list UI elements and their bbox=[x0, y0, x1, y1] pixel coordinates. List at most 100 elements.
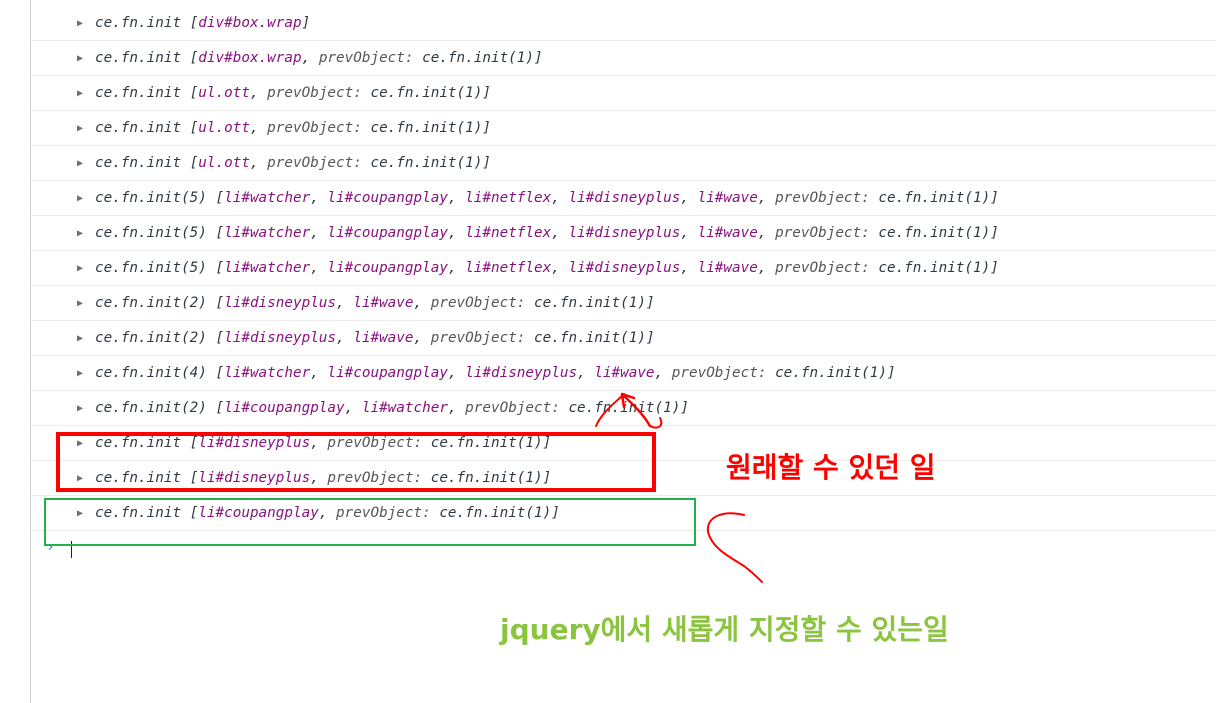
element-ref: li#coupangplay bbox=[224, 400, 345, 416]
element-ref: li#disneyplus bbox=[224, 295, 337, 311]
element-ref: li#wave bbox=[697, 225, 758, 241]
constructor-name: ce.fn.init(4) bbox=[95, 365, 216, 381]
constructor-name: ce.fn.init bbox=[95, 50, 190, 66]
prev-object-value: ce.fn.init(1) bbox=[370, 85, 483, 101]
prev-object-key: prevObject: bbox=[267, 85, 371, 101]
console-log-text: ce.fn.init [div#box.wrap, prevObject: ce… bbox=[95, 50, 543, 66]
console-log-text: ce.fn.init(2) [li#disneyplus, li#wave, p… bbox=[95, 330, 655, 346]
element-ref: li#wave bbox=[594, 365, 655, 381]
annotation-jquery-new-capability: jquery에서 새롭게 지정할 수 있는일 bbox=[500, 613, 949, 646]
element-ref: li#coupangplay bbox=[327, 225, 448, 241]
element-ref: ul.ott bbox=[198, 155, 250, 171]
element-ref: li#disneyplus bbox=[465, 365, 578, 381]
constructor-name: ce.fn.init(2) bbox=[95, 330, 216, 346]
prev-object-value: ce.fn.init(1) bbox=[878, 190, 991, 206]
element-ref: li#wave bbox=[697, 190, 758, 206]
constructor-name: ce.fn.init bbox=[95, 155, 190, 171]
prev-object-value: ce.fn.init(1) bbox=[534, 295, 646, 311]
element-ref: li#disneyplus bbox=[568, 225, 681, 241]
prev-object-key: prevObject: bbox=[267, 155, 371, 171]
prev-object-key: prevObject: bbox=[775, 225, 879, 241]
console-log-text: ce.fn.init(5) [li#watcher, li#coupangpla… bbox=[95, 260, 999, 276]
console-log-text: ce.fn.init(5) [li#watcher, li#coupangpla… bbox=[95, 225, 999, 241]
element-ref: li#disneyplus bbox=[224, 330, 337, 346]
expand-triangle-icon[interactable]: ▶ bbox=[77, 111, 83, 146]
prev-object-value: ce.fn.init(1) bbox=[370, 155, 483, 171]
console-log-text: ce.fn.init [div#box.wrap] bbox=[95, 15, 311, 31]
expand-triangle-icon[interactable]: ▶ bbox=[77, 41, 83, 76]
constructor-name: ce.fn.init(5) bbox=[95, 260, 216, 276]
console-log-row[interactable]: ▶ ce.fn.init [ul.ott, prevObject: ce.fn.i… bbox=[31, 111, 1216, 146]
element-ref: li#netflex bbox=[465, 225, 552, 241]
prev-object-value: ce.fn.init(1) bbox=[878, 260, 991, 276]
console-log-text: ce.fn.init [ul.ott, prevObject: ce.fn.in… bbox=[95, 155, 491, 171]
console-log-text: ce.fn.init(5) [li#watcher, li#coupangpla… bbox=[95, 190, 999, 206]
console-log-row[interactable]: ▶ ce.fn.init(2) [li#coupangplay, li#watch… bbox=[31, 391, 1216, 426]
prev-object-value: ce.fn.init(1) bbox=[534, 330, 646, 346]
element-ref: li#netflex bbox=[465, 260, 552, 276]
element-ref: ul.ott bbox=[198, 85, 250, 101]
constructor-name: ce.fn.init(5) bbox=[95, 190, 216, 206]
console-log-row[interactable]: ▶ ce.fn.init(5) [li#watcher, li#coupangpl… bbox=[31, 216, 1216, 251]
element-ref: li#coupangplay bbox=[327, 190, 448, 206]
console-log-text: ce.fn.init(2) [li#coupangplay, li#watche… bbox=[95, 400, 689, 416]
annotation-original-capability: 원래할 수 있던 일 bbox=[726, 451, 936, 484]
console-log-row[interactable]: ▶ ce.fn.init(2) [li#disneyplus, li#wave, … bbox=[31, 321, 1216, 356]
expand-triangle-icon[interactable]: ▶ bbox=[77, 216, 83, 251]
element-ref: li#watcher bbox=[224, 225, 311, 241]
prev-object-key: prevObject: bbox=[267, 120, 371, 136]
console-log-row[interactable]: ▶ ce.fn.init(2) [li#disneyplus, li#wave, … bbox=[31, 286, 1216, 321]
prev-object-key: prevObject: bbox=[671, 365, 776, 381]
highlight-box-red bbox=[56, 432, 656, 492]
console-log-row[interactable]: ▶ ce.fn.init(5) [li#watcher, li#coupangpl… bbox=[31, 181, 1216, 216]
prev-object-value: ce.fn.init(1) bbox=[775, 365, 887, 381]
constructor-name: ce.fn.init(2) bbox=[95, 295, 216, 311]
expand-triangle-icon[interactable]: ▶ bbox=[77, 321, 83, 356]
element-ref: div#box.wrap bbox=[198, 50, 302, 66]
element-ref: li#watcher bbox=[224, 365, 311, 381]
expand-triangle-icon[interactable]: ▶ bbox=[77, 251, 83, 286]
constructor-name: ce.fn.init bbox=[95, 15, 190, 31]
expand-triangle-icon[interactable]: ▶ bbox=[77, 286, 83, 321]
element-ref: li#netflex bbox=[465, 190, 552, 206]
element-ref: li#disneyplus bbox=[568, 260, 681, 276]
element-ref: ul.ott bbox=[198, 120, 250, 136]
expand-triangle-icon[interactable]: ▶ bbox=[77, 356, 83, 391]
prev-object-value: ce.fn.init(1) bbox=[878, 225, 991, 241]
console-log-text: ce.fn.init [ul.ott, prevObject: ce.fn.in… bbox=[95, 85, 491, 101]
element-ref: li#disneyplus bbox=[568, 190, 681, 206]
constructor-name: ce.fn.init bbox=[95, 85, 190, 101]
constructor-name: ce.fn.init bbox=[95, 120, 190, 136]
console-log-row[interactable]: ▶ ce.fn.init [div#box.wrap, prevObject: c… bbox=[31, 41, 1216, 76]
expand-triangle-icon[interactable]: ▶ bbox=[77, 391, 83, 426]
prev-object-key: prevObject: bbox=[430, 330, 535, 346]
element-ref: li#watcher bbox=[224, 190, 311, 206]
element-ref: li#watcher bbox=[361, 400, 448, 416]
element-ref: li#watcher bbox=[224, 260, 311, 276]
console-log-text: ce.fn.init [ul.ott, prevObject: ce.fn.in… bbox=[95, 120, 491, 136]
prev-object-value: ce.fn.init(1) bbox=[422, 50, 535, 66]
console-log-row[interactable]: ▶ ce.fn.init [ul.ott, prevObject: ce.fn.i… bbox=[31, 76, 1216, 111]
element-ref: li#coupangplay bbox=[327, 365, 448, 381]
element-ref: li#wave bbox=[697, 260, 758, 276]
element-ref: li#wave bbox=[353, 295, 414, 311]
element-ref: li#coupangplay bbox=[327, 260, 448, 276]
prev-object-key: prevObject: bbox=[775, 190, 879, 206]
element-ref: li#wave bbox=[353, 330, 414, 346]
prev-object-value: ce.fn.init(1) bbox=[370, 120, 483, 136]
console-log-row[interactable]: ▶ ce.fn.init(5) [li#watcher, li#coupangpl… bbox=[31, 251, 1216, 286]
highlight-box-green bbox=[44, 498, 696, 546]
element-ref: div#box.wrap bbox=[198, 15, 302, 31]
console-log-row[interactable]: ▶ ce.fn.init [ul.ott, prevObject: ce.fn.i… bbox=[31, 146, 1216, 181]
console-log-text: ce.fn.init(2) [li#disneyplus, li#wave, p… bbox=[95, 295, 655, 311]
expand-triangle-icon[interactable]: ▶ bbox=[77, 6, 83, 41]
constructor-name: ce.fn.init(2) bbox=[95, 400, 216, 416]
expand-triangle-icon[interactable]: ▶ bbox=[77, 146, 83, 181]
console-log-row[interactable]: ▶ ce.fn.init [div#box.wrap] bbox=[31, 6, 1216, 41]
constructor-name: ce.fn.init(5) bbox=[95, 225, 216, 241]
expand-triangle-icon[interactable]: ▶ bbox=[77, 76, 83, 111]
expand-triangle-icon[interactable]: ▶ bbox=[77, 181, 83, 216]
prev-object-key: prevObject: bbox=[775, 260, 879, 276]
console-log-row[interactable]: ▶ ce.fn.init(4) [li#watcher, li#coupangpl… bbox=[31, 356, 1216, 391]
prev-object-key: prevObject: bbox=[430, 295, 535, 311]
